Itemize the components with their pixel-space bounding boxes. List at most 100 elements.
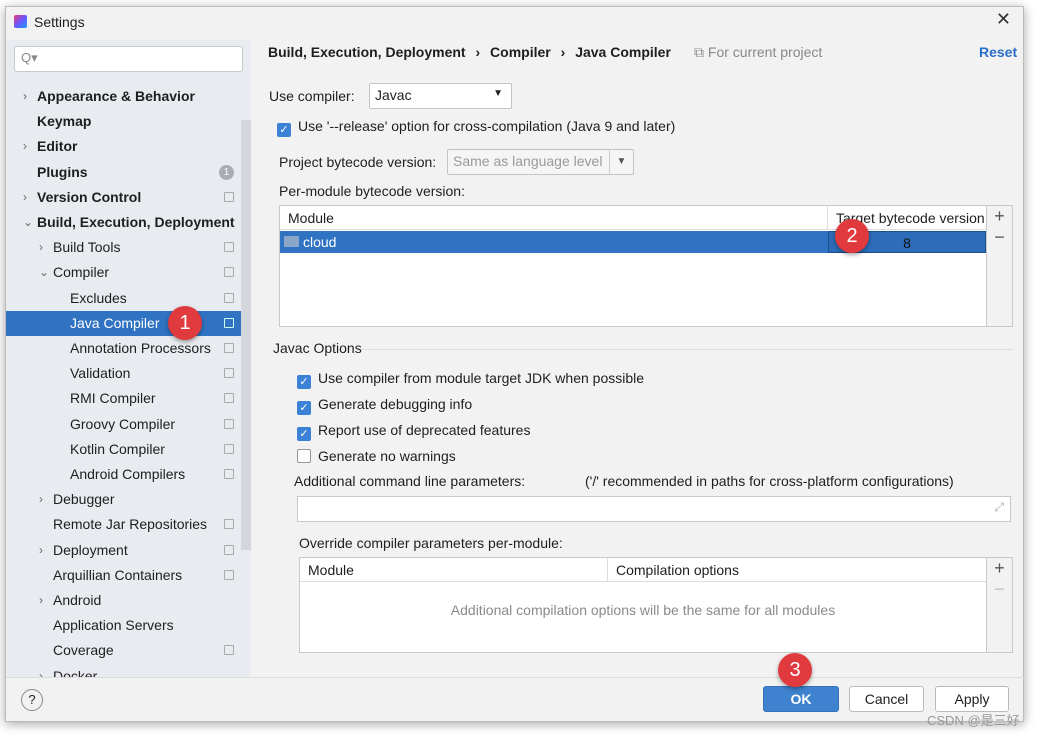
for-current-project: ⧉ For current project xyxy=(694,44,822,61)
sidebar-item[interactable]: › Appearance & Behavior xyxy=(6,84,241,109)
chevron-right-icon[interactable]: › xyxy=(39,588,43,613)
project-scope-icon xyxy=(224,519,234,530)
project-icon: ⧉ xyxy=(694,44,708,60)
reset-link[interactable]: Reset xyxy=(979,44,1017,60)
chevron-right-icon[interactable]: › xyxy=(39,235,43,260)
add-button[interactable]: + xyxy=(987,206,1012,227)
apply-button[interactable]: Apply xyxy=(935,686,1009,712)
module-name: cloud xyxy=(303,234,337,250)
chevron-right-icon[interactable]: › xyxy=(39,487,43,512)
javac-option-label: Use compiler from module target JDK when… xyxy=(318,370,645,386)
sidebar-item[interactable]: Android Compilers xyxy=(6,462,241,487)
column-header-module[interactable]: Module xyxy=(280,206,828,230)
column-header-module[interactable]: Module xyxy=(300,558,608,582)
javac-option-checkbox[interactable]: Generate no warnings xyxy=(297,448,456,464)
project-bytecode-value: Same as language level xyxy=(453,153,603,169)
sidebar-item[interactable]: Application Servers xyxy=(6,613,241,638)
sidebar-item[interactable]: RMI Compiler xyxy=(6,386,241,411)
dialog-footer: ? OK Cancel Apply xyxy=(6,677,1025,723)
ok-button[interactable]: OK xyxy=(763,686,839,712)
project-scope-icon xyxy=(224,242,234,253)
additional-params-input[interactable]: ⤢ xyxy=(297,496,1011,522)
sidebar-item[interactable]: Kotlin Compiler xyxy=(6,437,241,462)
main-panel: Build, Execution, Deployment › Compiler … xyxy=(251,40,1025,677)
override-toolbar: + − xyxy=(987,557,1013,653)
remove-button[interactable]: − xyxy=(987,227,1012,248)
sidebar-item[interactable]: Excludes xyxy=(6,286,241,311)
dropdown-arrow-icon: ▼ xyxy=(493,88,503,99)
use-compiler-label: Use compiler: xyxy=(269,88,355,104)
remove-button[interactable]: − xyxy=(987,579,1012,600)
project-scope-icon xyxy=(224,267,234,278)
sidebar-item[interactable]: › Android xyxy=(6,588,241,613)
expand-icon[interactable]: ⤢ xyxy=(994,500,1004,515)
checkbox-icon: ✓ xyxy=(297,427,311,441)
column-header-compilation-options[interactable]: Compilation options xyxy=(608,558,986,582)
sidebar-item[interactable]: Keymap xyxy=(6,109,241,134)
project-scope-icon xyxy=(224,544,234,555)
sidebar-item[interactable]: › Docker xyxy=(6,664,241,677)
sidebar-item-label: Android Compilers xyxy=(70,466,186,482)
sidebar-item[interactable]: › Build Tools xyxy=(6,235,241,260)
sidebar-item-label: Validation xyxy=(70,365,131,382)
cancel-button[interactable]: Cancel xyxy=(849,686,924,712)
chevron-down-icon[interactable]: ⌄ xyxy=(39,260,49,285)
sidebar-item-label: Remote Jar Repositories xyxy=(53,516,208,533)
breadcrumb-item: Compiler xyxy=(490,44,551,60)
chevron-right-icon[interactable]: › xyxy=(23,84,27,109)
table-row[interactable]: cloud 8 xyxy=(280,231,986,253)
sidebar-item-label: Version Control xyxy=(37,188,142,205)
sidebar-scrollbar[interactable] xyxy=(241,120,251,550)
sidebar-item[interactable]: › Version Control xyxy=(6,185,241,210)
search-input[interactable]: Q▾ xyxy=(14,46,243,72)
sidebar-item[interactable]: › Editor xyxy=(6,134,241,159)
chevron-right-icon[interactable]: › xyxy=(23,134,27,159)
sidebar-item[interactable]: ⌄ Compiler xyxy=(6,260,241,285)
release-option-label: Use '--release' option for cross-compila… xyxy=(298,118,676,134)
sidebar-item-label: Appearance & Behavior xyxy=(37,88,195,104)
module-folder-icon xyxy=(284,236,299,247)
sidebar-item-label: Docker xyxy=(53,667,98,677)
sidebar-item[interactable]: Arquillian Containers xyxy=(6,563,241,588)
release-option-checkbox[interactable]: ✓ Use '--release' option for cross-compil… xyxy=(277,118,675,137)
chevron-right-icon[interactable]: › xyxy=(39,538,43,563)
sidebar-item[interactable]: ⌄ Build, Execution, Deployment xyxy=(6,210,241,235)
sidebar-item[interactable]: › Debugger xyxy=(6,487,241,512)
sidebar-item[interactable]: Validation xyxy=(6,361,241,386)
close-button[interactable]: ✕ xyxy=(996,9,1011,30)
compiler-select[interactable]: Javac ▼ xyxy=(369,83,512,109)
project-scope-icon xyxy=(224,368,234,379)
javac-option-checkbox[interactable]: ✓ Report use of deprecated features xyxy=(297,422,530,441)
javac-option-checkbox[interactable]: ✓ Use compiler from module target JDK whe… xyxy=(297,370,644,389)
per-module-label: Per-module bytecode version: xyxy=(279,183,465,199)
sidebar-item-label: Coverage xyxy=(53,642,114,659)
project-scope-icon xyxy=(224,645,234,656)
sidebar-item[interactable]: Remote Jar Repositories xyxy=(6,512,241,537)
sidebar-item[interactable]: Coverage xyxy=(6,638,241,663)
sidebar-item[interactable]: Java Compiler xyxy=(6,310,241,336)
add-button[interactable]: + xyxy=(987,558,1012,579)
sidebar-item-label: RMI Compiler xyxy=(70,390,156,407)
sidebar-item[interactable]: Plugins 1 xyxy=(6,160,241,185)
project-bytecode-select[interactable]: Same as language level ▼ xyxy=(447,149,634,175)
chevron-down-icon[interactable]: ⌄ xyxy=(23,210,33,235)
sidebar: Q▾ › Appearance & Behavior Keymap › Editor Pl… xyxy=(6,40,251,677)
sidebar-item-label: Java Compiler xyxy=(70,314,160,331)
checkbox-icon: ✓ xyxy=(297,375,311,389)
override-label: Override compiler parameters per-module: xyxy=(299,535,563,551)
annotation-marker-2: 2 xyxy=(835,219,869,253)
sidebar-item[interactable]: Groovy Compiler xyxy=(6,412,241,437)
sidebar-item-label: Application Servers xyxy=(53,617,174,634)
sidebar-item[interactable]: › Deployment xyxy=(6,538,241,563)
javac-option-label: Generate debugging info xyxy=(318,396,473,412)
app-icon xyxy=(14,15,27,28)
javac-option-checkbox[interactable]: ✓ Generate debugging info xyxy=(297,396,472,415)
chevron-right-icon[interactable]: › xyxy=(39,664,43,677)
window-title: Settings xyxy=(34,14,85,30)
sidebar-item[interactable]: Annotation Processors xyxy=(6,336,241,361)
additional-params-hint: ('/' recommended in paths for cross-plat… xyxy=(585,473,954,489)
help-button[interactable]: ? xyxy=(21,689,43,711)
chevron-right-icon[interactable]: › xyxy=(23,185,27,210)
project-scope-icon xyxy=(224,191,234,202)
sidebar-item-label: Groovy Compiler xyxy=(70,415,176,432)
